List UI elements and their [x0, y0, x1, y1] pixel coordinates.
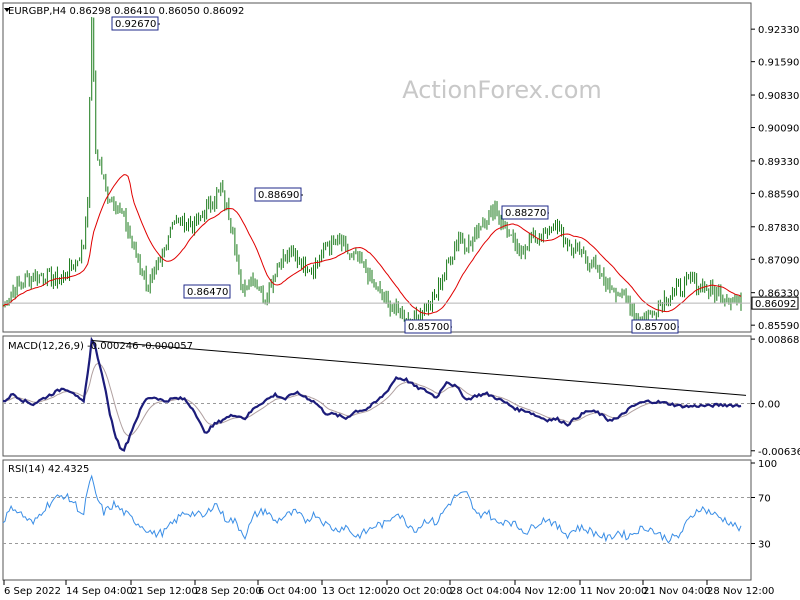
rsi-y-tick-label: 100	[758, 459, 777, 470]
chart-canvas: ActionForex.com 0.92330 0.91590 0.90830 0.9…	[0, 0, 800, 600]
x-axis-tick-label: 6 Sep 2022	[4, 586, 61, 597]
annotation-label: 0.88690	[258, 190, 299, 201]
x-axis-tick-label: 6 Oct 04:00	[258, 586, 317, 597]
annotation-label: 0.86470	[187, 287, 228, 298]
watermark: ActionForex.com	[402, 76, 602, 104]
price-y-tick-label: 0.87090	[758, 255, 799, 266]
price-y-tick-label: 0.90830	[758, 91, 799, 102]
price-y-tick-label: 0.85590	[758, 321, 799, 332]
x-axis-tick-label: 20 Oct 20:00	[387, 586, 452, 597]
macd-y-tick-label: 0.00	[758, 400, 780, 411]
price-y-tick-label: 0.87830	[758, 223, 799, 234]
rsi-y-tick-label: 30	[758, 540, 771, 551]
rsi-y-tick-label: 70	[758, 494, 771, 505]
x-axis-tick-label: 21 Nov 04:00	[643, 586, 710, 597]
x-axis-tick-label: 11 Nov 20:00	[580, 586, 647, 597]
macd-y-tick-label: -0.006366	[758, 447, 800, 458]
x-axis-tick-label: 28 Oct 04:00	[450, 586, 515, 597]
price-panel-title: EURGBP,H4 0.86298 0.86410 0.86050 0.8609…	[8, 6, 244, 17]
macd-y-tick-label: 0.008686	[758, 335, 800, 346]
current-price-label: 0.86092	[755, 299, 796, 310]
price-y-tick-label: 0.91590	[758, 58, 799, 69]
rsi-panel-title: RSI(14) 42.4325	[8, 464, 89, 475]
x-axis-tick-label: 28 Sep 20:00	[195, 586, 262, 597]
price-y-tick-label: 0.89330	[758, 157, 799, 168]
annotation-label: 0.92670	[115, 19, 156, 30]
price-y-tick-label: 0.88590	[758, 189, 799, 200]
annotation-label: 0.85700	[408, 322, 449, 333]
annotation-label: 0.88270	[505, 208, 546, 219]
price-y-tick-label: 0.92330	[758, 25, 799, 36]
x-axis-tick-label: 28 Nov 12:00	[707, 586, 774, 597]
price-y-tick-label: 0.90090	[758, 124, 799, 135]
x-axis-tick-label: 21 Sep 12:00	[131, 586, 198, 597]
macd-panel-title: MACD(12,26,9) -0.000246 -0.000057	[8, 341, 193, 352]
x-axis-tick-label: 13 Oct 12:00	[322, 586, 387, 597]
x-axis-tick-label: 4 Nov 12:00	[515, 586, 576, 597]
x-axis-tick-label: 14 Sep 04:00	[66, 586, 133, 597]
annotation-label: 0.85700	[635, 322, 676, 333]
